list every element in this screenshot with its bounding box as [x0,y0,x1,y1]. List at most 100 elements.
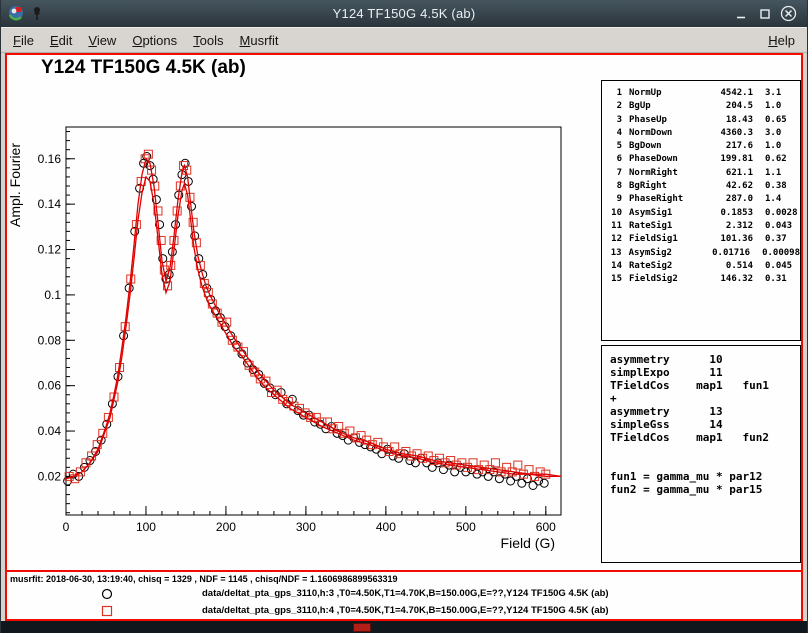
param-name: BgRight [629,180,703,193]
param-num: 6 [602,153,622,166]
theory-line [610,444,800,457]
close-button[interactable] [779,4,798,23]
param-err: 0.0028 [765,207,800,220]
param-num: 5 [602,140,622,153]
param-val: 0.01716 [701,247,750,260]
param-val: 621.1 [703,167,753,180]
menu-help[interactable]: Help [760,30,803,51]
legend-text: data/deltat_pta_gps_3110,h:4 ,T0=4.50K,T… [202,605,609,616]
param-row: 9PhaseRight287.01.4 [602,193,800,206]
param-name: NormDown [629,127,703,140]
param-rows: 1NormUp4542.13.12BgUp204.51.03PhaseUp18.… [602,87,800,286]
window-title: Y124 TF150G 4.5K (ab) [1,0,807,27]
y-tick-label: 0.1 [44,288,61,302]
data-point-square [458,459,466,467]
menu-view[interactable]: View [80,30,124,51]
param-name: FieldSig2 [629,273,703,286]
param-name: BgUp [629,100,703,113]
param-val: 146.32 [703,273,753,286]
param-val: 0.514 [703,260,753,273]
param-err: 0.00098 [762,247,800,260]
param-row: 7 NormRight621.1 1.1 [602,167,800,180]
theory-line: TFieldCos map1 fun1 [610,379,800,392]
theory-line: fun1 = gamma_mu * par12 [610,470,800,483]
param-val: 287.0 [703,193,753,206]
param-row: 13 AsymSig20.01716 0.00098 [602,247,800,260]
legend-square-marker-icon [99,603,115,619]
param-err: 1.1 [765,167,800,180]
x-tick-label: 400 [376,520,396,534]
param-num: 1 [602,87,622,100]
param-val: 4542.1 [703,87,753,100]
param-val: 18.43 [703,114,753,127]
menubar-left: FileEditViewOptionsToolsMusrfit [5,30,287,51]
param-num: 13 [602,247,622,260]
param-num: 7 [602,167,622,180]
param-name: NormRight [629,167,703,180]
menu-musrfit[interactable]: Musrfit [232,30,287,51]
menubar: FileEditViewOptionsToolsMusrfit Help [1,27,807,53]
theory-line: simplExpo 11 [610,366,800,379]
param-name: AsymSig2 [629,247,701,260]
param-name: RateSig2 [629,260,703,273]
root-canvas[interactable]: Y124 TF150G 4.5K (ab) 010020030040050060… [5,53,803,621]
menu-edit[interactable]: Edit [42,30,80,51]
param-name: PhaseUp [629,114,703,127]
param-row: 1NormUp4542.13.1 [602,87,800,100]
param-err: 3.1 [765,87,800,100]
parameter-box: 1NormUp4542.13.12BgUp204.51.03PhaseUp18.… [601,80,801,341]
param-row: 10AsymSig10.18530.0028 [602,207,800,220]
data-point-circle [529,482,537,490]
param-num: 11 [602,220,622,233]
param-name: BgDown [629,140,703,153]
y-tick-label: 0.12 [38,243,62,257]
param-err: 0.65 [765,114,800,127]
param-name: FieldSig1 [629,233,703,246]
taskbar-item[interactable] [353,623,371,632]
param-name: PhaseRight [629,193,703,206]
param-name: AsymSig1 [629,207,703,220]
theory-box: asymmetry 10simplExpo 11TFieldCos map1 f… [601,345,801,563]
param-num: 2 [602,100,622,113]
param-val: 2.312 [703,220,753,233]
menu-file[interactable]: File [5,30,42,51]
data-point-circle [507,477,515,485]
param-val: 4360.3 [703,127,753,140]
minimize-button[interactable] [731,4,750,23]
param-err: 0.043 [765,220,800,233]
param-row: 15FieldSig2146.320.31 [602,273,800,286]
param-row: 6PhaseDown199.810.62 [602,153,800,166]
maximize-button[interactable] [755,4,774,23]
menu-options[interactable]: Options [124,30,185,51]
param-err: 1.0 [765,100,800,113]
x-tick-label: 100 [136,520,156,534]
legend-text: data/deltat_pta_gps_3110,h:3 ,T0=4.50K,T… [202,588,609,599]
x-tick-label: 600 [536,520,556,534]
menu-tools[interactable]: Tools [185,30,231,51]
taskbar-strip [1,621,807,633]
legend-row: data/deltat_pta_gps_3110,h:4 ,T0=4.50K,T… [7,602,801,619]
plot-canvas[interactable]: 01002003004005006000.020.040.060.080.10.… [7,55,605,567]
param-row: 5BgDown217.61.0 [602,140,800,153]
theory-line: + [610,392,800,405]
x-tick-label: 0 [63,520,70,534]
theory-line: fun2 = gamma_mu * par15 [610,483,800,496]
y-tick-label: 0.02 [38,469,62,483]
param-val: 204.5 [703,100,753,113]
legend-row: data/deltat_pta_gps_3110,h:3 ,T0=4.50K,T… [7,585,801,602]
param-num: 15 [602,273,622,286]
param-val: 199.81 [703,153,753,166]
param-num: 12 [602,233,622,246]
x-tick-label: 500 [456,520,476,534]
param-num: 3 [602,114,622,127]
param-name: RateSig1 [629,220,703,233]
param-num: 8 [602,180,622,193]
param-name: PhaseDown [629,153,703,166]
param-row: 14RateSig20.5140.045 [602,260,800,273]
fit-status-line: musrfit: 2018-06-30, 13:19:40, chisq = 1… [10,574,397,584]
param-val: 0.1853 [703,207,753,220]
param-err: 1.0 [765,140,800,153]
legend: data/deltat_pta_gps_3110,h:3 ,T0=4.50K,T… [7,585,801,619]
param-row: 3 PhaseUp18.43 0.65 [602,114,800,127]
param-err: 0.38 [765,180,800,193]
